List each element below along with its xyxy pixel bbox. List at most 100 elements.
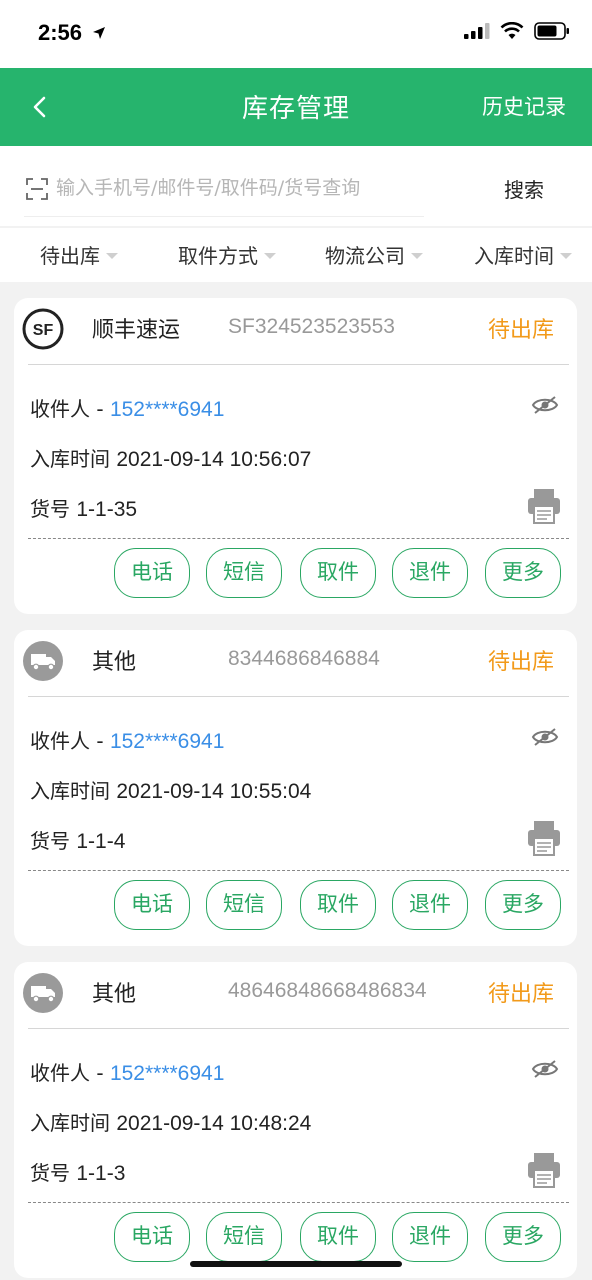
back-arrow-icon[interactable] (26, 90, 56, 124)
divider (28, 364, 569, 365)
status-time: 2:56 (38, 20, 106, 46)
inbound-time-row: 入库时间 2021-09-14 10:56:07 (30, 443, 311, 472)
truck-icon (23, 973, 63, 1013)
recipient-label: 收件人 - (30, 729, 110, 753)
recipient-row: 收件人 - 152****6941 (30, 1057, 224, 1086)
company-name: 其他 (92, 982, 137, 1007)
location-arrow-icon (93, 27, 106, 39)
truck-icon (23, 641, 63, 681)
filter-label: 入库时间 (474, 244, 554, 268)
dashed-divider (28, 870, 569, 871)
inbound-time-row: 入库时间 2021-09-14 10:48:24 (30, 1107, 311, 1136)
sms-button[interactable]: 短信 (206, 1212, 282, 1262)
caret-down-icon (106, 252, 118, 259)
status-badge: 待出库 (487, 650, 554, 675)
filter-bar: 待出库 取件方式 物流公司 入库时间 (0, 228, 592, 282)
search-input[interactable] (56, 170, 416, 206)
recipient-phone[interactable]: 152****6941 (110, 1062, 224, 1085)
sms-button[interactable]: 短信 (206, 548, 282, 598)
caret-down-icon (411, 252, 423, 259)
return-button[interactable]: 退件 (392, 1212, 468, 1262)
sf-express-logo: SF (22, 308, 64, 350)
filter-status[interactable]: 待出库 (40, 240, 118, 269)
call-button[interactable]: 电话 (114, 880, 190, 930)
shelf-label: 货号 (30, 497, 77, 521)
shelf-number: 1-1-35 (76, 498, 138, 521)
divider (28, 1028, 569, 1029)
shelf-label: 货号 (30, 1161, 77, 1185)
sms-button[interactable]: 短信 (206, 880, 282, 930)
home-indicator[interactable] (190, 1261, 402, 1267)
inbound-time: 2021-09-14 10:56:07 (116, 448, 312, 471)
shelf-row: 货号 1-1-4 (30, 825, 125, 854)
wifi-icon (500, 22, 524, 39)
more-button[interactable]: 更多 (485, 880, 561, 930)
tracking-number: 48646848668486834 (228, 979, 427, 1002)
call-button[interactable]: 电话 (114, 548, 190, 598)
status-badge: 待出库 (487, 982, 554, 1007)
recipient-phone[interactable]: 152****6941 (110, 398, 224, 421)
pickup-button[interactable]: 取件 (300, 1212, 376, 1262)
filter-logistics-company[interactable]: 物流公司 (325, 240, 423, 269)
inbound-time: 2021-09-14 10:48:24 (116, 1112, 312, 1135)
more-button[interactable]: 更多 (485, 1212, 561, 1262)
dashed-divider (28, 1202, 569, 1203)
search-button[interactable]: 搜索 (504, 174, 544, 203)
nav-header: 库存管理 历史记录 (0, 68, 592, 146)
inbound-time-label: 入库时间 (30, 779, 117, 803)
cellular-signal-icon (464, 23, 490, 39)
printer-icon[interactable] (527, 1152, 561, 1188)
caret-down-icon (560, 252, 572, 259)
inbound-time: 2021-09-14 10:55:04 (116, 780, 312, 803)
shelf-row: 货号 1-1-35 (30, 493, 137, 522)
filter-pickup-method[interactable]: 取件方式 (178, 240, 276, 269)
tracking-number: 8344686846884 (228, 647, 380, 670)
parcel-card[interactable]: 其他 48646848668486834 待出库 收件人 - 152****69… (14, 962, 577, 1278)
pickup-button[interactable]: 取件 (300, 548, 376, 598)
recipient-label: 收件人 - (30, 1061, 110, 1085)
more-button[interactable]: 更多 (485, 548, 561, 598)
shelf-number: 1-1-4 (76, 830, 126, 853)
recipient-phone[interactable]: 152****6941 (110, 730, 224, 753)
return-button[interactable]: 退件 (392, 880, 468, 930)
company-name: 其他 (92, 650, 137, 675)
history-records-link[interactable]: 历史记录 (482, 91, 566, 121)
inbound-time-label: 入库时间 (30, 1111, 117, 1135)
recipient-label: 收件人 - (30, 397, 110, 421)
shelf-label: 货号 (30, 829, 77, 853)
inbound-time-row: 入库时间 2021-09-14 10:55:04 (30, 775, 311, 804)
dashed-divider (28, 538, 569, 539)
recipient-row: 收件人 - 152****6941 (30, 725, 224, 754)
filter-label: 物流公司 (325, 244, 405, 268)
inbound-time-label: 入库时间 (30, 447, 117, 471)
scan-icon[interactable] (26, 178, 48, 200)
caret-down-icon (264, 252, 276, 259)
status-badge: 待出库 (487, 318, 554, 343)
tracking-number: SF324523523553 (228, 315, 395, 338)
clock: 2:56 (38, 20, 83, 45)
status-bar: 2:56 (0, 0, 592, 68)
pickup-button[interactable]: 取件 (300, 880, 376, 930)
eye-hidden-icon[interactable] (531, 726, 559, 748)
parcel-card[interactable]: SF 顺丰速运 SF324523523553 待出库 收件人 - 152****… (14, 298, 577, 614)
printer-icon[interactable] (527, 488, 561, 524)
search-bar: 搜索 (0, 146, 592, 226)
filter-label: 取件方式 (178, 244, 258, 268)
call-button[interactable]: 电话 (114, 1212, 190, 1262)
divider (28, 696, 569, 697)
parcel-card[interactable]: 其他 8344686846884 待出库 收件人 - 152****6941 入… (14, 630, 577, 946)
eye-hidden-icon[interactable] (531, 394, 559, 416)
status-icons (464, 22, 570, 40)
search-underline (24, 216, 424, 217)
filter-label: 待出库 (40, 244, 100, 268)
svg-text:SF: SF (33, 322, 54, 339)
recipient-row: 收件人 - 152****6941 (30, 393, 224, 422)
battery-icon (534, 22, 569, 40)
printer-icon[interactable] (527, 820, 561, 856)
eye-hidden-icon[interactable] (531, 1058, 559, 1080)
filter-inbound-time[interactable]: 入库时间 (474, 240, 572, 269)
company-name: 顺丰速运 (92, 318, 181, 343)
shelf-row: 货号 1-1-3 (30, 1157, 125, 1186)
shelf-number: 1-1-3 (76, 1162, 126, 1185)
return-button[interactable]: 退件 (392, 548, 468, 598)
